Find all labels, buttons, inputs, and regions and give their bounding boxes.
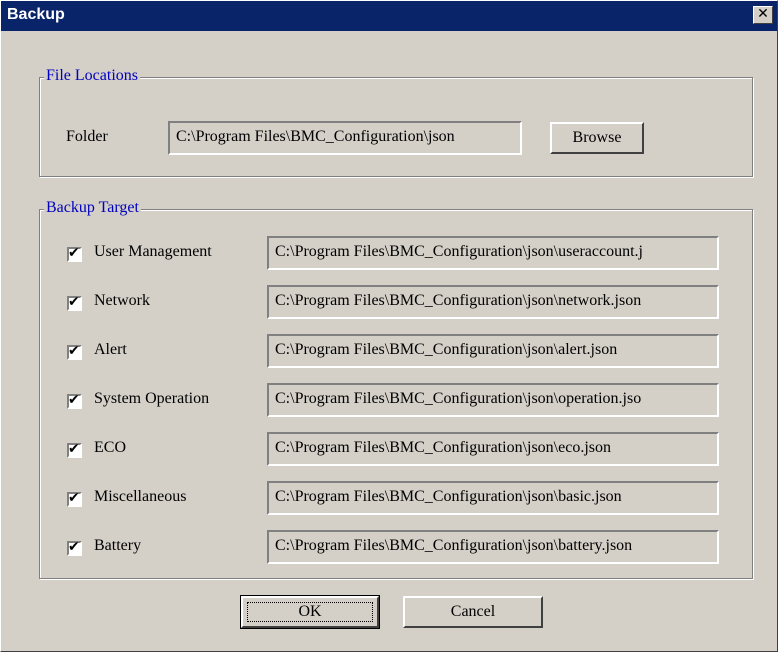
target-path-field[interactable]: C:\Program Files\BMC_Configuration\json\…	[267, 236, 719, 270]
folder-field[interactable]: C:\Program Files\BMC_Configuration\json	[168, 121, 522, 155]
cancel-button[interactable]: Cancel	[403, 596, 543, 628]
backup-target-legend: Backup Target	[44, 198, 141, 218]
checkbox-1[interactable]: ✔	[67, 294, 82, 311]
checkbox-0[interactable]: ✔	[67, 245, 82, 262]
check-icon: ✔	[68, 343, 80, 359]
checkbox-2[interactable]: ✔	[67, 343, 82, 360]
target-label[interactable]: System Operation	[94, 389, 209, 409]
target-label[interactable]: Alert	[94, 340, 127, 360]
check-icon: ✔	[68, 441, 80, 457]
window-title: Backup	[7, 6, 65, 23]
browse-button[interactable]: Browse	[550, 122, 644, 154]
target-label[interactable]: Miscellaneous	[94, 487, 186, 507]
title-bar[interactable]: Backup ✕	[1, 1, 777, 31]
target-path-field[interactable]: C:\Program Files\BMC_Configuration\json\…	[267, 481, 719, 515]
check-icon: ✔	[68, 539, 80, 555]
close-button[interactable]: ✕	[753, 6, 773, 24]
checkbox-5[interactable]: ✔	[67, 490, 82, 507]
checkbox-3[interactable]: ✔	[67, 392, 82, 409]
check-icon: ✔	[68, 294, 80, 310]
target-label[interactable]: ECO	[94, 438, 126, 458]
ok-label: OK	[298, 603, 322, 620]
check-icon: ✔	[68, 490, 80, 506]
target-path-field[interactable]: C:\Program Files\BMC_Configuration\json\…	[267, 383, 719, 417]
checkbox-4[interactable]: ✔	[67, 441, 82, 458]
target-label[interactable]: User Management	[94, 242, 212, 262]
checkbox-6[interactable]: ✔	[67, 539, 82, 556]
file-locations-legend: File Locations	[44, 66, 140, 86]
close-icon: ✕	[757, 6, 769, 22]
target-path-field[interactable]: C:\Program Files\BMC_Configuration\json\…	[267, 285, 719, 319]
file-locations-group: File Locations Folder C:\Program Files\B…	[39, 66, 753, 177]
target-label[interactable]: Battery	[94, 536, 141, 556]
ok-button[interactable]: OK	[240, 595, 380, 629]
check-icon: ✔	[68, 245, 80, 261]
target-path-field[interactable]: C:\Program Files\BMC_Configuration\json\…	[267, 432, 719, 466]
check-icon: ✔	[68, 392, 80, 408]
folder-label: Folder	[66, 128, 108, 145]
backup-dialog: Backup ✕ File Locations Folder C:\Progra…	[0, 0, 778, 652]
target-path-field[interactable]: C:\Program Files\BMC_Configuration\json\…	[267, 334, 719, 368]
target-label[interactable]: Network	[94, 291, 150, 311]
target-path-field[interactable]: C:\Program Files\BMC_Configuration\json\…	[267, 530, 719, 564]
